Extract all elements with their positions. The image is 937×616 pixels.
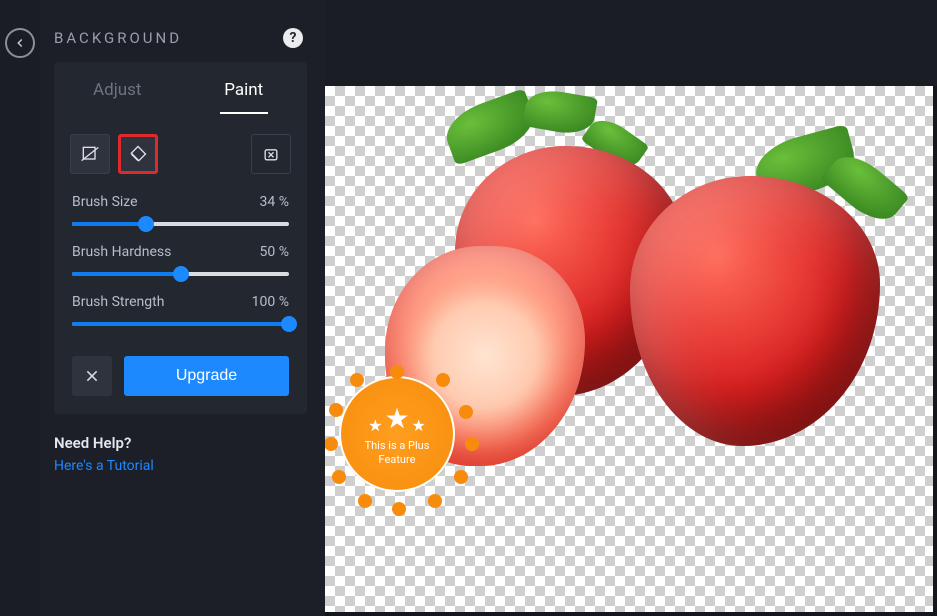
canvas-area: ★ ★ ★ This is a Plus Feature <box>325 0 937 616</box>
slider-fill <box>72 272 181 276</box>
paint-bucket-icon <box>128 144 148 164</box>
action-row: Upgrade <box>54 330 307 396</box>
sidebar: BACKGROUND ? Adjust Paint <box>40 0 325 616</box>
canvas-topbar <box>325 0 937 86</box>
help-section: Need Help? Here's a Tutorial <box>40 414 325 474</box>
slider-thumb[interactable] <box>138 216 154 232</box>
help-button[interactable]: ? <box>283 28 303 48</box>
back-button[interactable] <box>5 28 35 58</box>
help-title: Need Help? <box>54 434 307 452</box>
erase-icon <box>261 144 281 164</box>
close-icon <box>84 368 100 384</box>
slider-value: 34 % <box>260 194 289 210</box>
slider-brush-hardness: Brush Hardness 50 % <box>54 230 307 280</box>
canvas[interactable]: ★ ★ ★ This is a Plus Feature <box>325 86 933 612</box>
badge-text: This is a Plus Feature <box>365 439 430 465</box>
slider-track[interactable] <box>72 322 289 326</box>
left-rail <box>0 0 40 616</box>
slider-label: Brush Strength <box>72 294 164 310</box>
arrow-left-icon <box>13 36 27 50</box>
panel-title: BACKGROUND <box>54 29 182 47</box>
help-link[interactable]: Here's a Tutorial <box>54 458 307 474</box>
slider-label: Brush Hardness <box>72 244 171 260</box>
star-icon: ★ <box>384 402 409 435</box>
badge-stars: ★ ★ ★ <box>368 402 426 435</box>
slider-track[interactable] <box>72 272 289 276</box>
upgrade-button[interactable]: Upgrade <box>124 356 289 396</box>
settings-panel: Adjust Paint Brush Size 34 % <box>54 62 307 414</box>
image-strawberry <box>630 176 880 446</box>
slider-label: Brush Size <box>72 194 138 210</box>
slider-fill <box>72 322 289 326</box>
plus-feature-badge: ★ ★ ★ This is a Plus Feature <box>339 376 455 492</box>
slider-brush-size: Brush Size 34 % <box>54 180 307 230</box>
tool-crop-button[interactable] <box>70 134 110 174</box>
tool-row <box>54 114 307 180</box>
tabs: Adjust Paint <box>54 62 307 114</box>
slider-value: 50 % <box>260 244 289 260</box>
slider-thumb[interactable] <box>281 316 297 332</box>
panel-header: BACKGROUND ? <box>40 0 325 62</box>
close-button[interactable] <box>72 356 112 396</box>
slider-value: 100 % <box>252 294 289 310</box>
tab-paint[interactable]: Paint <box>181 62 308 114</box>
slider-brush-strength: Brush Strength 100 % <box>54 280 307 330</box>
slider-track[interactable] <box>72 222 289 226</box>
tab-adjust[interactable]: Adjust <box>54 62 181 114</box>
tool-erase-button[interactable] <box>251 134 291 174</box>
crop-icon <box>80 144 100 164</box>
slider-fill <box>72 222 146 226</box>
star-icon: ★ <box>368 416 382 435</box>
slider-thumb[interactable] <box>173 266 189 282</box>
tool-paint-bucket-button[interactable] <box>118 134 158 174</box>
star-icon: ★ <box>412 416 426 435</box>
